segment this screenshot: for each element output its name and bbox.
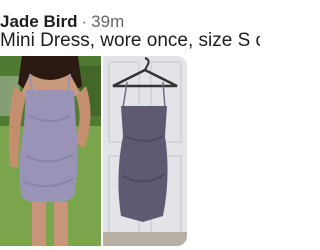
photo-grid [0,56,250,250]
dress-worn-image [0,56,101,246]
photo-dress-worn[interactable] [0,56,101,246]
dress-hanger-image [103,56,187,246]
photo-dress-hanger[interactable] [103,56,187,246]
post-text: Mini Dress, wore once, size S or M, [0,30,260,51]
marketplace-post: Jade Bird · 39m Mini Dress, wore once, siz… [0,0,260,250]
